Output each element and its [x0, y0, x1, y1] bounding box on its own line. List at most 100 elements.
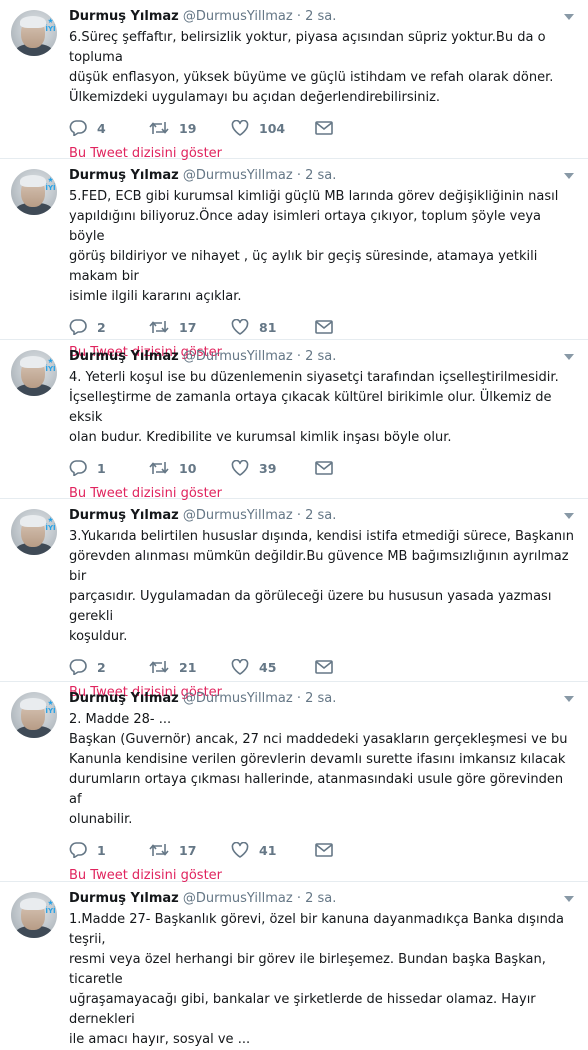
like-button[interactable]: 104 [231, 120, 315, 136]
tweet-header: Durmuş Yılmaz @DurmusYillmaz · 2 sa. [69, 167, 576, 185]
retweet-button[interactable]: 17 [149, 319, 231, 335]
avatar[interactable]: ★ İYİ [11, 10, 57, 56]
like-count: 45 [259, 659, 277, 675]
author-handle[interactable]: @DurmusYillmaz [183, 691, 293, 706]
direct-message-button[interactable] [315, 320, 333, 334]
reply-icon [69, 460, 87, 476]
retweet-icon [149, 122, 169, 134]
reply-button[interactable]: 2 [69, 319, 149, 335]
tweet-text: 1.Madde 27- Başkanlık görevi, özel bir k… [69, 912, 565, 1047]
separator: · [296, 691, 301, 706]
reply-count: 4 [97, 120, 106, 136]
avatar[interactable]: ★ İYİ [11, 350, 57, 396]
tweet-header: Durmuş Yılmaz @DurmusYillmaz · 2 sa. [69, 690, 576, 708]
like-button[interactable]: 81 [231, 319, 315, 335]
mail-icon [315, 660, 333, 674]
timestamp[interactable]: 2 sa. [305, 9, 336, 24]
tweet-actions: 1 17 41 [69, 840, 576, 860]
separator: · [296, 168, 301, 183]
tweet-actions: 2 17 81 [69, 317, 576, 337]
author-name[interactable]: Durmuş Yılmaz [69, 9, 179, 24]
avatar[interactable]: ★ İYİ [11, 509, 57, 555]
author-handle[interactable]: @DurmusYillmaz [183, 349, 293, 364]
avatar[interactable]: ★ İYİ [11, 692, 57, 738]
timestamp[interactable]: 2 sa. [305, 508, 336, 523]
separator: · [296, 508, 301, 523]
like-button[interactable]: 41 [231, 842, 315, 858]
tweet[interactable]: ★ İYİ Durmuş Yılmaz @DurmusYillmaz · 2 sa… [0, 159, 588, 360]
tweet[interactable]: ★ İYİ Durmuş Yılmaz @DurmusYillmaz · 2 sa… [0, 682, 588, 883]
author-name[interactable]: Durmuş Yılmaz [69, 349, 179, 364]
tweet[interactable]: ★ İYİ Durmuş Yılmaz @DurmusYillmaz · 2 sa… [0, 0, 588, 161]
tweet-actions: 1 10 39 [69, 458, 576, 478]
like-count: 81 [259, 319, 277, 335]
reply-button[interactable]: 2 [69, 659, 149, 675]
tweet-actions: 4 19 104 [69, 118, 576, 138]
chevron-down-icon[interactable] [564, 354, 574, 360]
tweet[interactable]: ★ İYİ Durmuş Yılmaz @DurmusYillmaz · 2 sa… [0, 882, 588, 1047]
tweet-header: Durmuş Yılmaz @DurmusYillmaz · 2 sa. [69, 890, 576, 908]
retweet-button[interactable]: 17 [149, 842, 231, 858]
tweet-header: Durmuş Yılmaz @DurmusYillmaz · 2 sa. [69, 507, 576, 525]
like-button[interactable]: 39 [231, 460, 315, 476]
reply-icon [69, 319, 87, 335]
author-name[interactable]: Durmuş Yılmaz [69, 691, 179, 706]
tweet[interactable]: ★ İYİ Durmuş Yılmaz @DurmusYillmaz · 2 sa… [0, 340, 588, 501]
avatar[interactable]: ★ İYİ [11, 169, 57, 215]
retweet-count: 21 [179, 659, 197, 675]
timestamp[interactable]: 2 sa. [305, 691, 336, 706]
tweet-feed: ★ İYİ Durmuş Yılmaz @DurmusYillmaz · 2 sa… [0, 0, 588, 1047]
separator: · [296, 9, 301, 24]
reply-icon [69, 120, 87, 136]
direct-message-button[interactable] [315, 843, 333, 857]
chevron-down-icon[interactable] [564, 696, 574, 702]
chevron-down-icon[interactable] [564, 513, 574, 519]
tweet-actions: 2 21 45 [69, 657, 576, 677]
chevron-down-icon[interactable] [564, 173, 574, 179]
reply-count: 1 [97, 460, 106, 476]
mail-icon [315, 843, 333, 857]
author-handle[interactable]: @DurmusYillmaz [183, 891, 293, 906]
separator: · [296, 349, 301, 364]
reply-count: 1 [97, 842, 106, 858]
timestamp[interactable]: 2 sa. [305, 349, 336, 364]
avatar[interactable]: ★ İYİ [11, 892, 57, 938]
retweet-count: 19 [179, 120, 197, 136]
retweet-count: 17 [179, 842, 197, 858]
heart-icon [231, 120, 249, 136]
timestamp[interactable]: 2 sa. [305, 168, 336, 183]
party-logo-icon: ★ İYİ [45, 516, 56, 532]
heart-icon [231, 659, 249, 675]
reply-count: 2 [97, 659, 106, 675]
tweet-text: 3.Yukarıda belirtilen hususlar dışında, … [69, 529, 575, 644]
retweet-button[interactable]: 10 [149, 460, 231, 476]
author-name[interactable]: Durmuş Yılmaz [69, 891, 179, 906]
direct-message-button[interactable] [315, 660, 333, 674]
retweet-count: 17 [179, 319, 197, 335]
like-count: 39 [259, 460, 277, 476]
retweet-button[interactable]: 19 [149, 120, 231, 136]
direct-message-button[interactable] [315, 121, 333, 135]
retweet-icon [149, 844, 169, 856]
heart-icon [231, 842, 249, 858]
chevron-down-icon[interactable] [564, 14, 574, 20]
like-count: 41 [259, 842, 277, 858]
reply-button[interactable]: 4 [69, 120, 149, 136]
author-handle[interactable]: @DurmusYillmaz [183, 9, 293, 24]
reply-button[interactable]: 1 [69, 460, 149, 476]
timestamp[interactable]: 2 sa. [305, 891, 336, 906]
retweet-button[interactable]: 21 [149, 659, 231, 675]
author-name[interactable]: Durmuş Yılmaz [69, 508, 179, 523]
tweet[interactable]: ★ İYİ Durmuş Yılmaz @DurmusYillmaz · 2 sa… [0, 499, 588, 700]
author-name[interactable]: Durmuş Yılmaz [69, 168, 179, 183]
reply-button[interactable]: 1 [69, 842, 149, 858]
retweet-count: 10 [179, 460, 197, 476]
direct-message-button[interactable] [315, 461, 333, 475]
reply-icon [69, 659, 87, 675]
chevron-down-icon[interactable] [564, 896, 574, 902]
like-button[interactable]: 45 [231, 659, 315, 675]
tweet-text: 4. Yeterli koşul ise bu düzenlemenin siy… [69, 370, 559, 445]
author-handle[interactable]: @DurmusYillmaz [183, 508, 293, 523]
retweet-icon [149, 321, 169, 333]
author-handle[interactable]: @DurmusYillmaz [183, 168, 293, 183]
